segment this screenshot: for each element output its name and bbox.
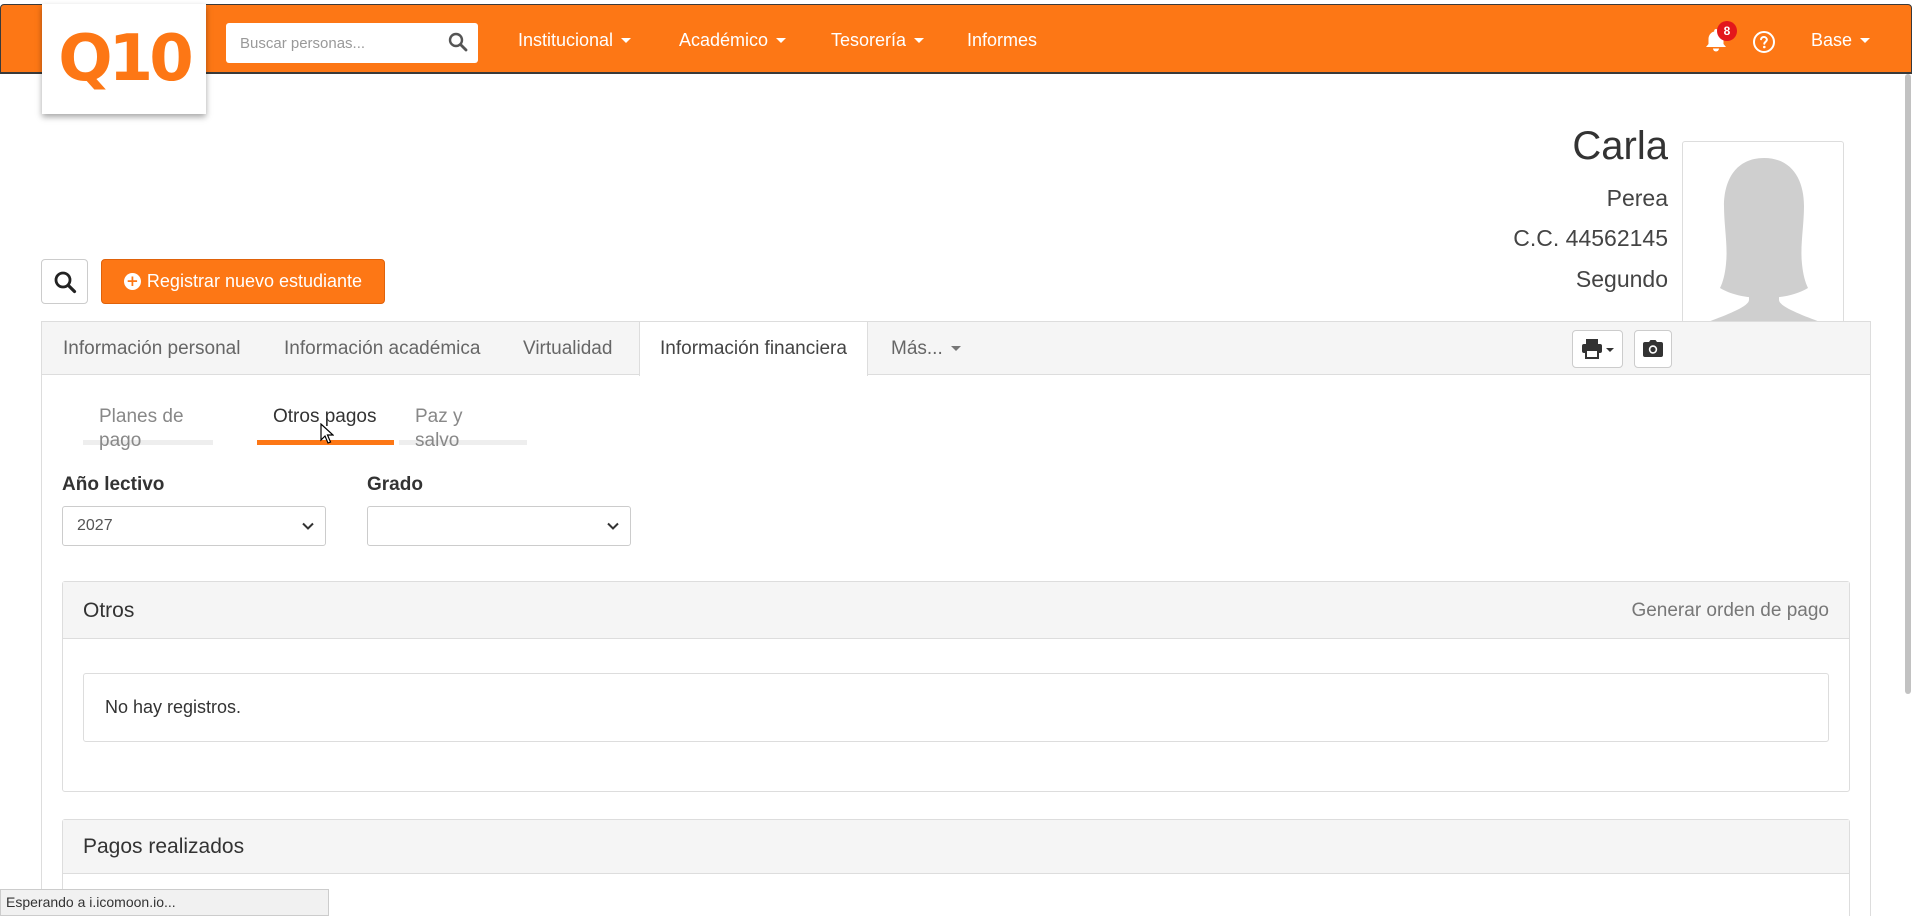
tab-informacion-personal[interactable]: Información personal bbox=[63, 322, 240, 375]
student-document: C.C. 44562145 bbox=[1513, 225, 1668, 251]
user-menu[interactable]: Base bbox=[1811, 5, 1871, 75]
browser-status-bar: Esperando a i.icomoon.io... bbox=[0, 889, 329, 916]
tab-informacion-financiera[interactable]: Información financiera bbox=[639, 322, 868, 376]
others-panel-title: Otros bbox=[83, 599, 135, 622]
tab-label: Más... bbox=[891, 337, 943, 359]
print-button[interactable] bbox=[1572, 330, 1623, 368]
chevron-down-icon bbox=[607, 522, 619, 530]
print-icon bbox=[1581, 339, 1614, 359]
payments-panel-title: Pagos realizados bbox=[83, 835, 245, 858]
caret-down-icon bbox=[950, 346, 961, 351]
nav-institucional-label: Institucional bbox=[518, 29, 614, 50]
mouse-pointer-icon bbox=[320, 422, 335, 450]
student-extra-line: Segundo bbox=[1575, 266, 1668, 292]
nav-tesoreria-label: Tesorería bbox=[831, 29, 907, 50]
student-first-name: Carla bbox=[1572, 124, 1668, 168]
tab-label: Virtualidad bbox=[523, 337, 613, 359]
search-student-button[interactable] bbox=[41, 259, 88, 304]
empty-records-message: No hay registros. bbox=[83, 673, 1829, 742]
year-select-value: 2027 bbox=[77, 517, 113, 534]
subtab-planes-de-pago[interactable]: Planes de pago bbox=[83, 405, 213, 451]
plus-circle-icon: + bbox=[123, 273, 141, 290]
nav-institucional[interactable]: Institucional bbox=[518, 5, 632, 75]
notification-badge: 8 bbox=[1717, 21, 1737, 41]
nav-academico[interactable]: Académico bbox=[679, 5, 787, 75]
nav-tesoreria[interactable]: Tesorería bbox=[831, 5, 925, 75]
others-panel: Otros Generar orden de pago No hay regis… bbox=[62, 581, 1850, 792]
register-student-label: Registrar nuevo estudiante bbox=[146, 271, 363, 291]
camera-button[interactable] bbox=[1634, 330, 1672, 368]
logo-text: Q10 bbox=[58, 22, 193, 96]
user-menu-label: Base bbox=[1811, 29, 1853, 50]
student-last-name: Perea bbox=[1606, 185, 1668, 211]
tab-label: Información financiera bbox=[660, 338, 847, 359]
register-student-button[interactable]: + Registrar nuevo estudiante bbox=[101, 259, 385, 304]
subtab-label: Paz y salvo bbox=[415, 406, 463, 451]
grade-label: Grado bbox=[367, 474, 423, 495]
tab-mas[interactable]: Más... bbox=[891, 322, 961, 375]
subtab-label: Planes de pago bbox=[99, 406, 184, 451]
grade-select[interactable] bbox=[367, 506, 631, 546]
q10-logo[interactable]: Q10 bbox=[42, 4, 206, 114]
payments-panel: Pagos realizados bbox=[62, 819, 1850, 916]
caret-down-icon bbox=[776, 37, 787, 43]
top-navbar: Institucional Académico Tesorería Inform… bbox=[0, 4, 1912, 74]
caret-down-icon bbox=[914, 37, 925, 43]
nav-academico-label: Académico bbox=[679, 29, 769, 50]
help-icon[interactable] bbox=[1752, 30, 1776, 59]
person-search-input[interactable] bbox=[226, 24, 436, 62]
camera-icon bbox=[1643, 340, 1663, 357]
tab-label: Información académica bbox=[284, 337, 481, 359]
year-select[interactable]: 2027 bbox=[62, 506, 326, 546]
tab-virtualidad[interactable]: Virtualidad bbox=[523, 322, 612, 375]
payments-panel-header: Pagos realizados bbox=[63, 820, 1849, 874]
page: Institucional Académico Tesorería Inform… bbox=[0, 0, 1912, 916]
nav-informes[interactable]: Informes bbox=[967, 5, 1037, 75]
caret-down-icon bbox=[1860, 37, 1871, 43]
tab-bar: Información personal Información académi… bbox=[42, 322, 1870, 376]
search-icon[interactable] bbox=[448, 32, 468, 57]
tab-informacion-academica[interactable]: Información académica bbox=[284, 322, 480, 375]
chevron-down-icon bbox=[302, 522, 314, 530]
caret-down-icon bbox=[621, 37, 632, 43]
search-icon bbox=[54, 271, 76, 293]
year-label: Año lectivo bbox=[62, 474, 165, 495]
person-search[interactable] bbox=[226, 23, 478, 63]
subtab-paz-y-salvo[interactable]: Paz y salvo bbox=[399, 405, 527, 451]
page-scrollbar[interactable] bbox=[1905, 74, 1911, 694]
nav-informes-label: Informes bbox=[967, 29, 1038, 50]
others-panel-header: Otros Generar orden de pago bbox=[63, 582, 1849, 639]
generate-payment-order-link[interactable]: Generar orden de pago bbox=[1631, 600, 1829, 622]
tab-label: Información personal bbox=[63, 337, 241, 359]
